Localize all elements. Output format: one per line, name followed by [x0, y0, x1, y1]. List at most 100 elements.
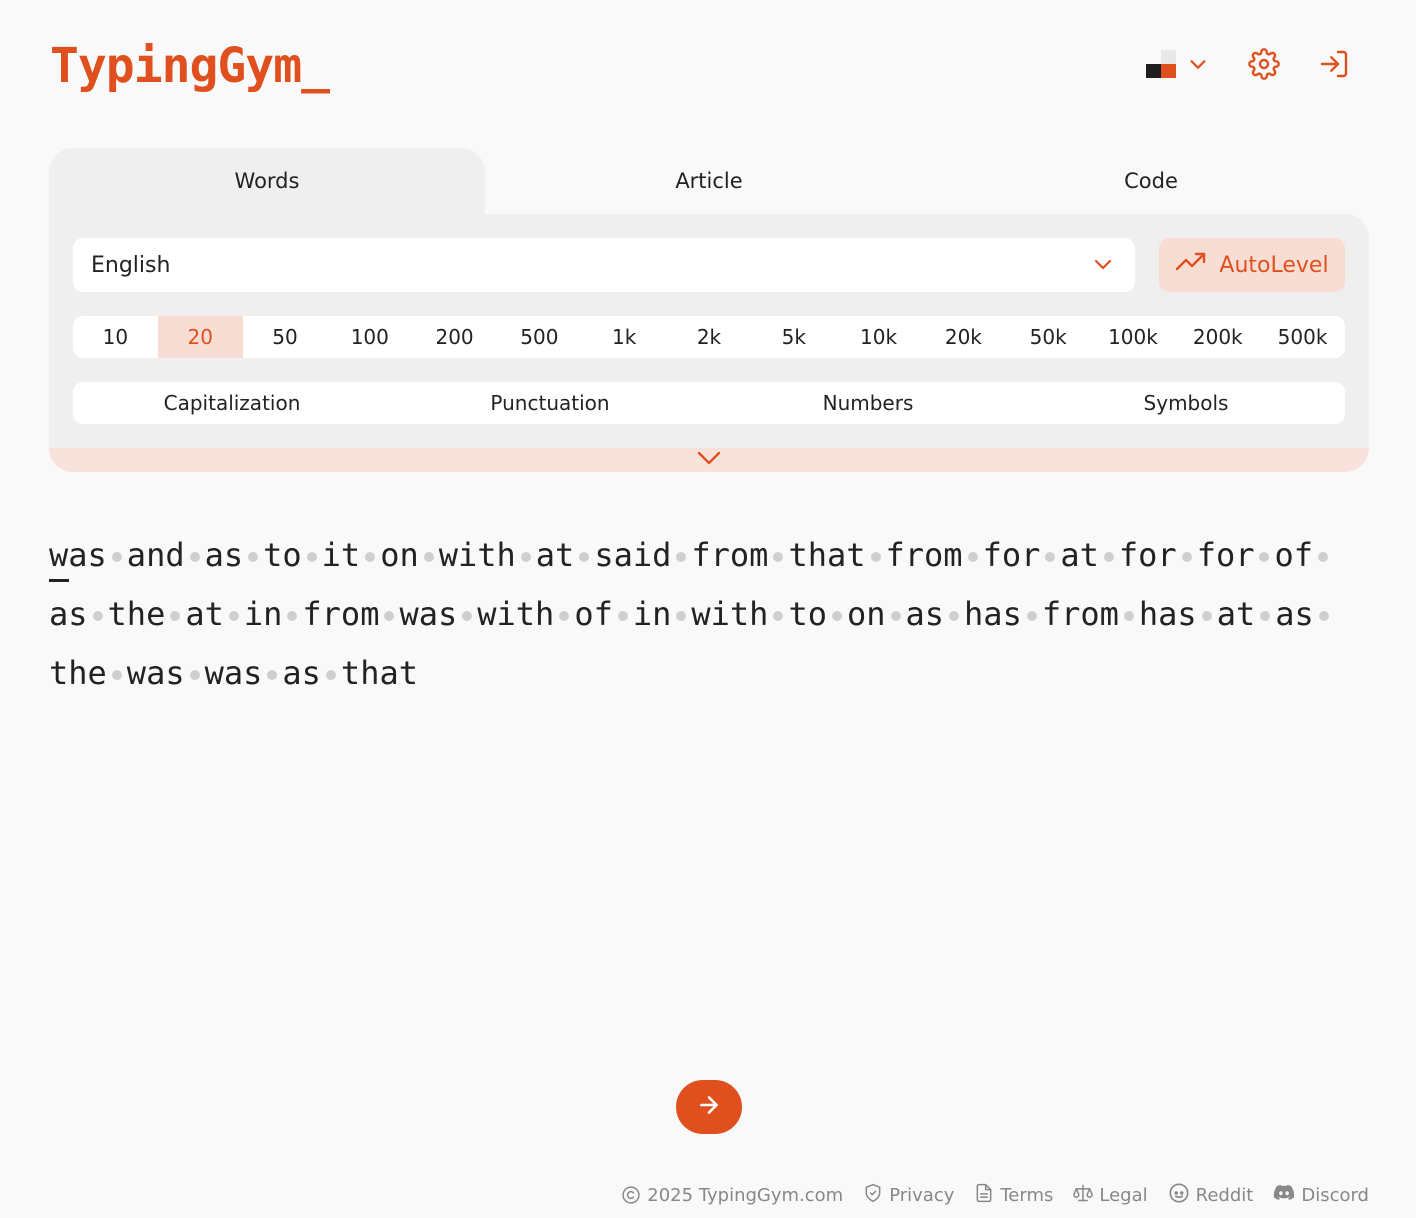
modifier-numbers[interactable]: Numbers [709, 382, 1027, 424]
space-dot [1022, 611, 1042, 621]
copyright-text: 2025 TypingGym.com [647, 1184, 844, 1206]
typing-word: to [788, 595, 827, 633]
space-dot [1040, 552, 1060, 562]
word-count-option[interactable]: 500 [497, 316, 582, 358]
footer-link-terms[interactable]: Terms [974, 1183, 1053, 1208]
footer-link-privacy[interactable]: Privacy [863, 1183, 954, 1208]
typing-word: of [574, 595, 613, 633]
typing-word: as [204, 536, 244, 574]
word-count-option[interactable]: 100 [327, 316, 412, 358]
footer-link-reddit[interactable]: Reddit [1168, 1182, 1253, 1209]
typing-word: on [380, 536, 419, 574]
space-dot [185, 552, 205, 562]
space-dot [88, 611, 108, 621]
typing-word: with [477, 595, 555, 633]
autolevel-button[interactable]: AutoLevel [1159, 238, 1345, 292]
typing-word: in [632, 595, 672, 633]
space-dot [886, 611, 906, 621]
gear-icon[interactable] [1248, 48, 1280, 80]
typing-word: at [185, 595, 224, 633]
settings-panel: Words Article Code English AutoLevel 10 2… [49, 148, 1369, 472]
tab-words[interactable]: Words [49, 148, 485, 214]
typing-word: from [1041, 595, 1119, 633]
typing-word: on [846, 595, 886, 633]
mode-tabs: Words Article Code [49, 148, 1369, 214]
scale-icon [1073, 1183, 1094, 1208]
word-count-option[interactable]: 20k [921, 316, 1006, 358]
word-count-option[interactable]: 50k [1006, 316, 1091, 358]
word-count-option[interactable]: 10k [836, 316, 921, 358]
logo[interactable]: TypingGym_ [50, 36, 330, 96]
shield-check-icon [863, 1183, 883, 1208]
space-dot [1254, 552, 1274, 562]
space-dot [107, 670, 127, 680]
typing-word: from [691, 536, 769, 574]
typing-text[interactable]: was and as to it on with at said from that from for a… [49, 526, 1369, 703]
space-dot [963, 552, 983, 562]
collapse-panel-button[interactable] [49, 448, 1369, 472]
tab-article[interactable]: Article [491, 148, 927, 214]
space-dot [262, 670, 282, 680]
typing-word: was [399, 595, 458, 633]
word-count-option[interactable]: 5k [751, 316, 836, 358]
space-dot [768, 611, 788, 621]
sign-in-icon[interactable] [1318, 48, 1350, 80]
chevron-down-icon [696, 448, 722, 472]
modifier-punctuation[interactable]: Punctuation [391, 382, 709, 424]
typing-word: at [535, 536, 575, 574]
space-dot [671, 611, 691, 621]
word-count-option[interactable]: 2k [667, 316, 752, 358]
space-dot [613, 611, 633, 621]
theme-dropdown-chevron-icon[interactable] [1182, 48, 1214, 80]
space-dot [554, 611, 574, 621]
space-dot [107, 552, 127, 562]
word-count-option[interactable]: 200k [1175, 316, 1260, 358]
space-dot [1255, 611, 1275, 621]
word-count-selector: 10 20 50 100 200 500 1k 2k 5k 10k 20k 50k 100k 200k 50… [73, 316, 1345, 358]
space-dot [1119, 611, 1139, 621]
word-count-option[interactable]: 1k [582, 316, 667, 358]
typing-word: in [243, 595, 283, 633]
word-count-option[interactable]: 500k [1260, 316, 1345, 358]
footer: 2025 TypingGym.com Privacy Terms Legal R… [621, 1180, 1369, 1210]
word-count-option[interactable]: 50 [243, 316, 328, 358]
typing-word: has [1138, 595, 1197, 633]
space-dot [243, 552, 263, 562]
chevron-down-icon [1091, 252, 1115, 282]
word-count-option[interactable]: 200 [412, 316, 497, 358]
arrow-right-icon [696, 1092, 722, 1122]
theme-swatch-icon[interactable] [1146, 50, 1176, 78]
space-dot [1314, 611, 1334, 621]
modifier-symbols[interactable]: Symbols [1027, 382, 1345, 424]
tab-code[interactable]: Code [933, 148, 1369, 214]
typing-word: was [49, 536, 107, 574]
typing-word: for [982, 536, 1041, 574]
typing-word: with [438, 536, 516, 574]
footer-link-discord[interactable]: Discord [1273, 1184, 1369, 1207]
space-dot [224, 611, 244, 621]
modifier-options: Capitalization Punctuation Numbers Symbols [73, 382, 1345, 424]
language-select-value: English [91, 252, 171, 278]
footer-link-legal[interactable]: Legal [1073, 1183, 1148, 1208]
word-count-option[interactable]: 20 [157, 316, 243, 358]
space-dot [516, 552, 536, 562]
modifier-capitalization[interactable]: Capitalization [73, 382, 391, 424]
space-dot [574, 552, 594, 562]
word-count-option[interactable]: 100k [1091, 316, 1176, 358]
footer-link-label: Discord [1301, 1184, 1369, 1206]
typing-word: with [691, 595, 769, 633]
typing-word: from [885, 536, 963, 574]
typing-word: was [126, 654, 185, 692]
typing-word: at [1060, 536, 1099, 574]
typing-word: from [302, 595, 380, 633]
typing-word: as [49, 595, 88, 633]
next-button[interactable] [676, 1080, 742, 1134]
language-select[interactable]: English [73, 238, 1135, 292]
typing-word: as [282, 654, 321, 692]
footer-link-label: Terms [1000, 1184, 1054, 1206]
space-dot [1177, 552, 1197, 562]
word-count-option[interactable]: 10 [73, 316, 158, 358]
space-dot [1313, 552, 1333, 562]
space-dot [165, 611, 185, 621]
settings-body: English AutoLevel 10 20 50 100 200 500 1k 2k 5k 1… [49, 214, 1369, 448]
